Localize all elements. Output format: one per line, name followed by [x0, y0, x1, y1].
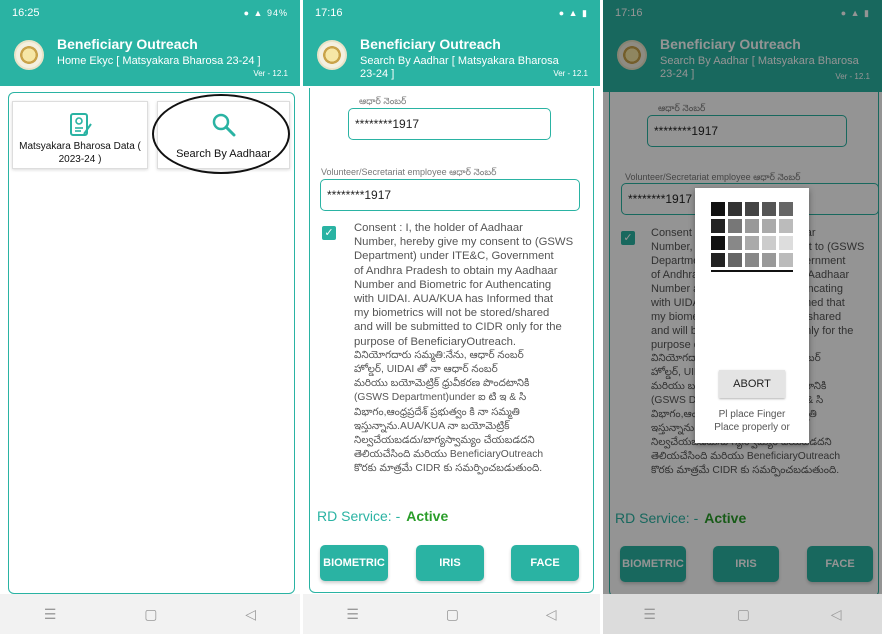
android-nav-bar: ☰ ▢ ◁ — [0, 594, 300, 634]
page-subtitle: Search By Aadhar [ Matsyakara Bharosa 23… — [360, 55, 559, 80]
status-icons: ● ▲ ▮ — [558, 7, 588, 18]
screen-home-ekyc: 16:25 ● ▲ 94% Beneficiary Outreach Home … — [0, 0, 300, 634]
home-icon[interactable]: ▢ — [144, 606, 157, 623]
home-icon[interactable]: ▢ — [446, 606, 459, 623]
consent-line-te: (GSWS Department)under ఐ టి ఇ & సి — [354, 392, 527, 404]
screen-search-by-aadhar: 17:16 ● ▲ ▮ Beneficiary Outreach Search … — [303, 0, 600, 634]
fingerprint-scan-icon — [709, 198, 795, 284]
consent-text: Consent : I, the holder of Aadhaar Numbe… — [354, 221, 598, 477]
consent-line: and will be submitted to CIDR only for t… — [354, 321, 562, 334]
status-bar: 17:16 ● ▲ ▮ — [303, 0, 600, 26]
fingerprint-capture-dialog: ABORT Pl place Finger Place properly or — [695, 188, 809, 443]
back-icon[interactable]: ◁ — [245, 606, 256, 623]
consent-line: my biometrics will not be stored/shared — [354, 307, 550, 320]
back-icon[interactable]: ◁ — [831, 606, 842, 623]
iris-button[interactable]: IRIS — [416, 545, 484, 581]
back-icon[interactable]: ◁ — [546, 606, 557, 623]
consent-line: Number, hereby give my consent to (GSWS — [354, 236, 574, 249]
aadhaar-input[interactable]: ********1917 — [348, 108, 551, 140]
dialog-message: Pl place Finger Place properly or — [695, 408, 809, 434]
consent-line-te: నిల్వచేయబడదు/బాగ్యస్వామ్యం చేయబడదని — [354, 435, 535, 447]
battery-level: 94% — [266, 8, 288, 18]
menu-icon[interactable]: ☰ — [44, 606, 57, 623]
matsyakara-data-card[interactable]: Matsyakara Bharosa Data ( 2023-24 ) — [12, 101, 148, 169]
menu-icon[interactable]: ☰ — [346, 606, 359, 623]
consent-line: purpose of BeneficiaryOutreach. — [354, 335, 517, 348]
page-subtitle: Home Ekyc [ Matsyakara Bharosa 23-24 ] — [57, 55, 261, 67]
rd-service-status: RD Service: - Active — [317, 508, 448, 524]
document-icon — [70, 113, 92, 136]
consent-line: Number and Biometric for Authencating — [354, 278, 552, 291]
consent-line: of Andhra Pradesh to obtain my Aadhaar — [354, 264, 558, 277]
android-nav-bar: ☰ ▢ ◁ — [603, 594, 882, 634]
consent-line: with UIDAI. AUA/KUA has Informed that — [354, 293, 554, 306]
consent-line-te: హోల్డర్, UIDAI తో నా ఆధార్ నంబర్ — [354, 364, 498, 376]
app-header: Beneficiary Outreach Home Ekyc [ Matsyak… — [0, 26, 300, 86]
menu-icon[interactable]: ☰ — [643, 606, 656, 623]
consent-checkbox[interactable]: ✓ — [322, 226, 336, 240]
ap-emblem-icon — [317, 40, 347, 70]
highlight-ellipse — [152, 94, 290, 174]
android-nav-bar: ☰ ▢ ◁ — [303, 594, 600, 634]
consent-line-te: ఇస్తున్నాను.AUA/KUA నా బయోమెట్రిక్ — [354, 420, 510, 432]
version-label: Ver - 12.1 — [253, 69, 288, 78]
version-label: Ver - 12.1 — [553, 69, 588, 78]
consent-line: Department) under ITE&C, Government — [354, 250, 554, 263]
consent-line-te: కొరకు మాత్రమే CIDR కు సమర్పించబడుతుంది. — [354, 463, 543, 475]
home-icon[interactable]: ▢ — [737, 606, 750, 623]
status-bar: 16:25 ● ▲ 94% — [0, 0, 300, 26]
screen-biometric-capture: 17:16 ● ▲ ▮ Beneficiary Outreach Search … — [603, 0, 882, 634]
consent-line-te: తెలియచేసింది మరియు BeneficiaryOutreach — [354, 449, 544, 461]
ap-emblem-icon — [14, 40, 44, 70]
volunteer-aadhaar-input[interactable]: ********1917 — [320, 179, 580, 211]
biometric-button[interactable]: BIOMETRIC — [320, 545, 388, 581]
consent-line: Consent : I, the holder of Aadhaar — [354, 222, 523, 234]
consent-line-te: వినియోగదారు సమ్మతి:నేను, ఆధార్ నంబర్ — [354, 349, 524, 361]
status-icons: ● ▲ 94% — [243, 8, 288, 18]
dialog-message-line: Pl place Finger — [718, 409, 786, 420]
app-title: Beneficiary Outreach — [360, 36, 501, 52]
app-header: Beneficiary Outreach Search By Aadhar [ … — [303, 26, 600, 86]
consent-line-te: విభాగం,ఆంధ్రప్రదేశ్ ప్రభుత్వం కి నా సమ్మ… — [354, 406, 520, 418]
rd-service-active: Active — [406, 508, 449, 524]
card-label: Matsyakara Bharosa Data ( 2023-24 ) — [19, 141, 141, 165]
face-button[interactable]: FACE — [511, 545, 579, 581]
app-title: Beneficiary Outreach — [57, 36, 198, 52]
dialog-message-line: Place properly or — [714, 422, 790, 433]
status-time: 17:16 — [315, 7, 343, 19]
abort-button[interactable]: ABORT — [719, 370, 785, 398]
status-time: 16:25 — [12, 7, 40, 19]
rd-service-label: RD Service: - — [317, 508, 401, 524]
consent-line-te: మరియు బయోమెట్రిక్ ధ్రువీకరణ పొందటానికి — [354, 378, 530, 390]
